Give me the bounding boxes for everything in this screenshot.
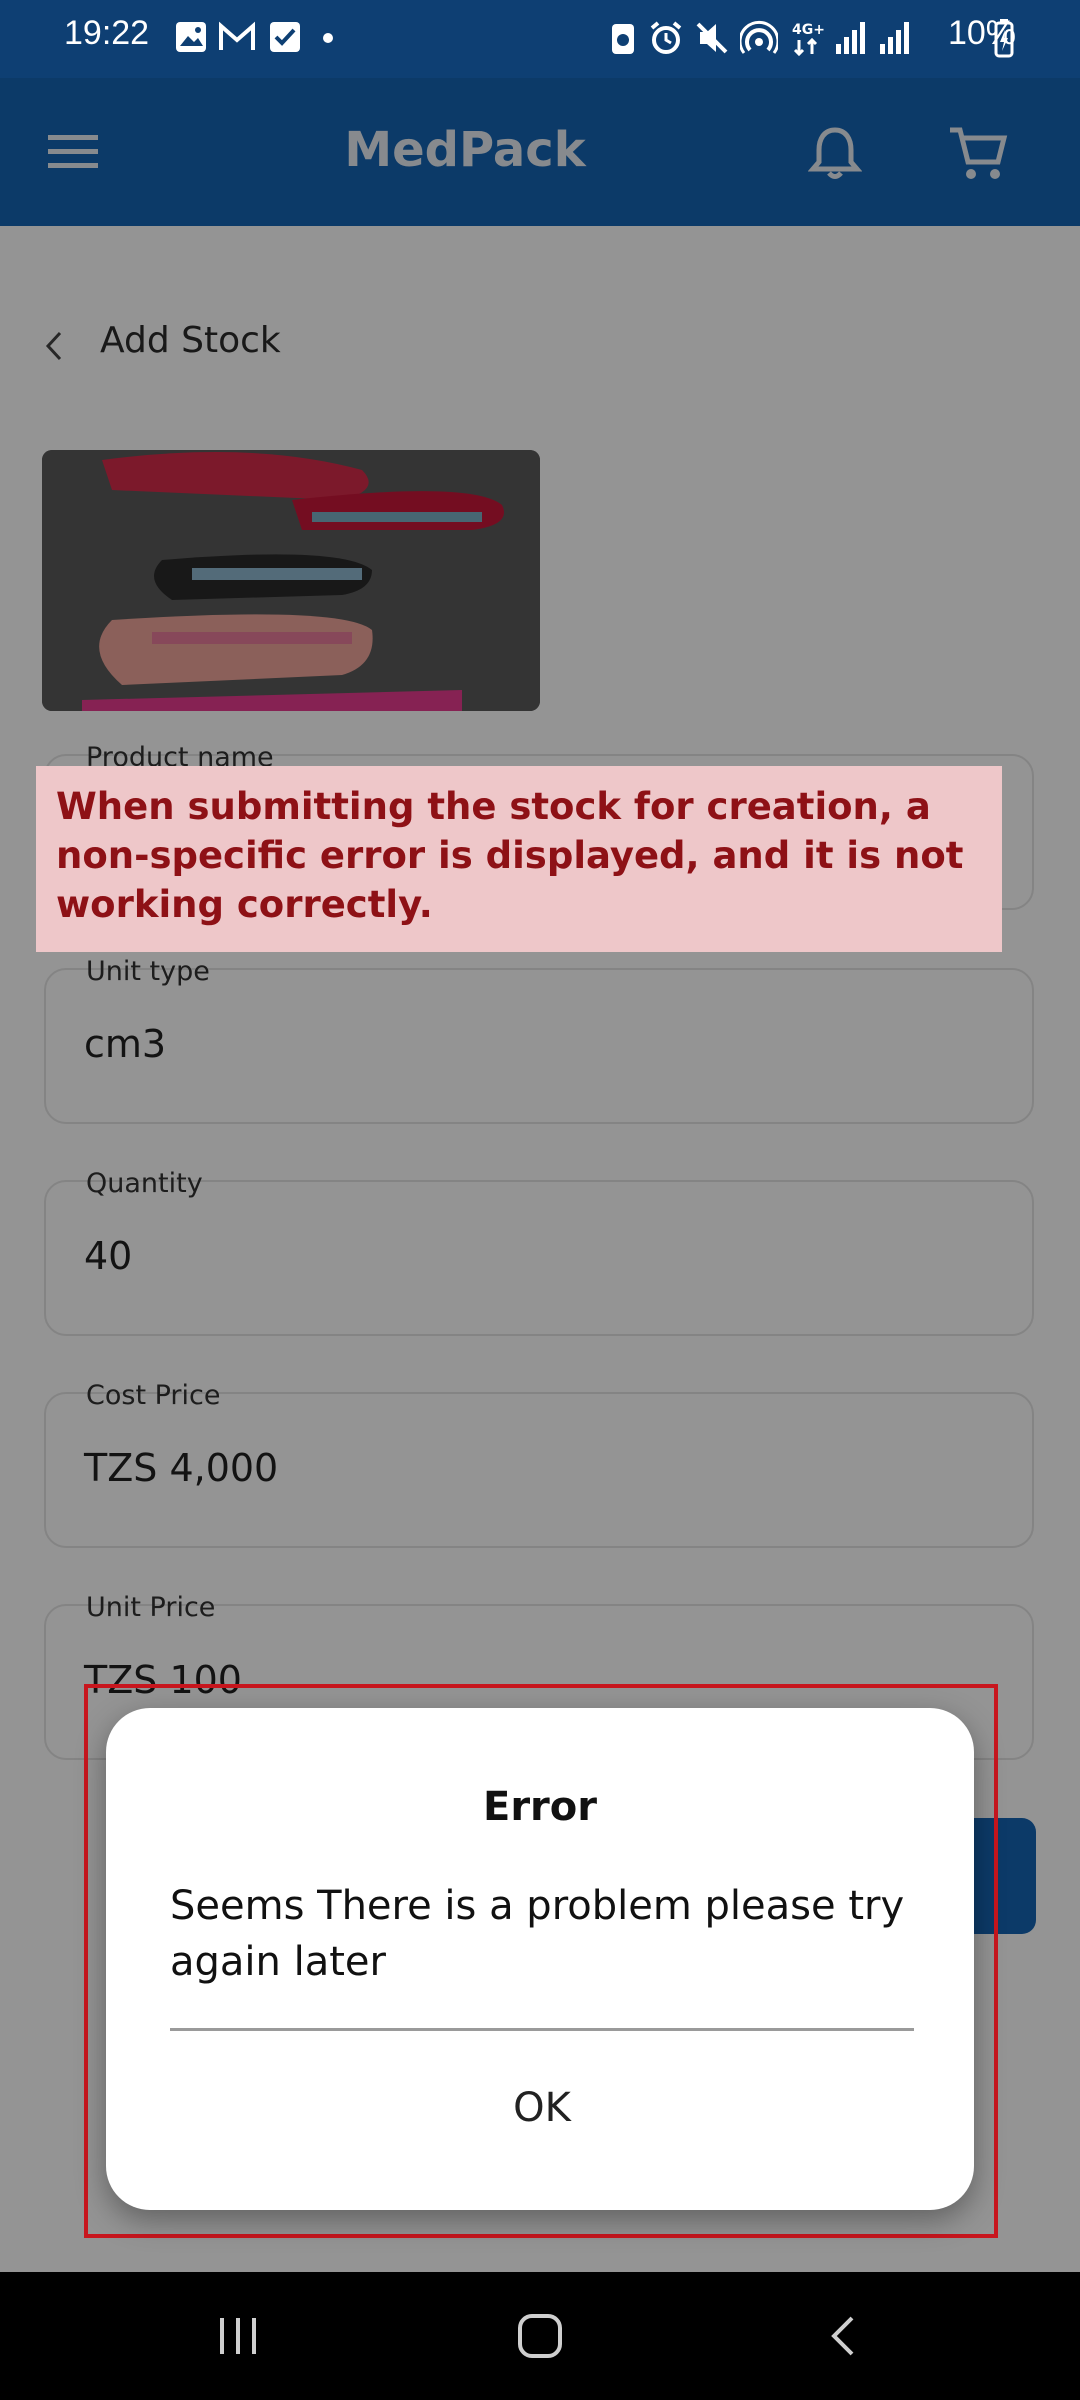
alarm-icon — [650, 21, 682, 54]
home-icon[interactable] — [516, 2312, 564, 2360]
status-time: 19:22 — [64, 14, 150, 52]
status-bar: 19:22 4G+ 10% — [0, 0, 1080, 78]
signal-icon — [836, 22, 865, 54]
hotspot-icon — [740, 20, 778, 54]
image-icon — [176, 22, 206, 52]
checkbox-icon — [270, 22, 300, 52]
signal-icon — [880, 22, 909, 54]
dialog-divider — [170, 2028, 914, 2031]
recents-icon[interactable] — [216, 2314, 260, 2358]
dot-icon — [323, 33, 333, 43]
battery-saver-icon — [612, 24, 634, 54]
dialog-message: Seems There is a problem please try agai… — [170, 1883, 905, 1985]
bug-annotation: When submitting the stock for creation, … — [36, 766, 1002, 952]
svg-text:4G+: 4G+ — [792, 22, 824, 38]
error-dialog: Error Seems There is a problem please tr… — [106, 1708, 974, 2210]
battery-icon — [994, 19, 1014, 58]
network-4g-icon: 4G+ — [792, 22, 824, 57]
ok-button[interactable]: OK — [170, 2068, 914, 2148]
dialog-title: Error — [483, 1784, 597, 1830]
mute-icon — [696, 22, 728, 54]
system-nav-bar — [0, 2272, 1080, 2400]
gmail-icon — [219, 21, 255, 50]
back-icon[interactable] — [826, 2314, 862, 2358]
